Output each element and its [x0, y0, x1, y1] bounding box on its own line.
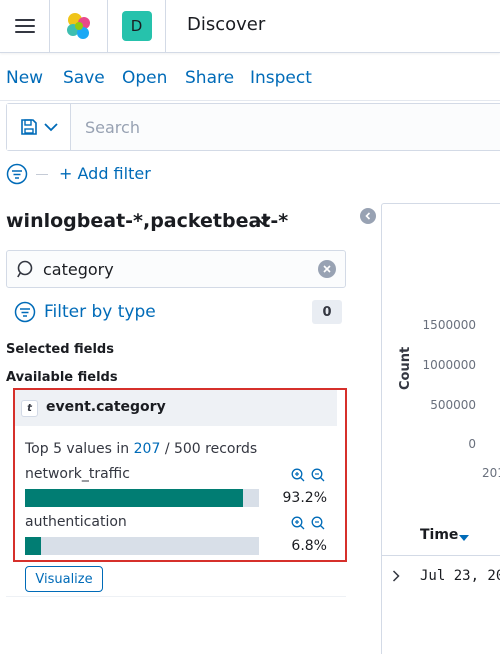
clear-icon[interactable] [318, 260, 336, 278]
x-tick-label: 201 [482, 466, 500, 480]
home-link[interactable] [50, 0, 108, 52]
field-search-box [6, 250, 346, 288]
filter-options-icon [14, 301, 36, 323]
table-header-divider [382, 555, 500, 556]
field-details-body: Top 5 values in 207 / 500 records networ… [15, 426, 345, 560]
breadcrumb: Discover [187, 14, 266, 35]
value-bar-fill [25, 489, 244, 507]
filter-bar: + Add filter [6, 160, 500, 188]
value-name: authentication [25, 514, 127, 530]
y-tick-label: 1000000 [422, 358, 476, 372]
save-link[interactable]: Save [63, 68, 105, 88]
expand-row-icon[interactable] [392, 570, 400, 582]
chevron-down-icon [43, 123, 58, 132]
share-link[interactable]: Share [185, 68, 234, 88]
table-row-time: Jul 23, 20 [420, 568, 500, 584]
zoom-in-icon[interactable] [291, 516, 305, 530]
index-pattern-title: winlogbeat-*,packetbeat-* [6, 210, 289, 232]
selected-fields-title: Selected fields [6, 342, 114, 357]
field-type-token: t [21, 400, 38, 417]
value-percent: 93.2% [282, 490, 327, 506]
field-name: event.category [46, 399, 166, 415]
field-search-input[interactable] [43, 251, 313, 287]
space-avatar: D [121, 11, 152, 41]
app-header: D Discover [0, 0, 500, 53]
filter-options-icon [6, 163, 28, 185]
new-link[interactable]: New [6, 68, 43, 88]
filter-by-type-button[interactable]: Filter by type 0 [14, 300, 344, 324]
value-percent: 6.8% [291, 538, 327, 554]
summary-prefix: Top 5 values in [25, 441, 134, 457]
value-progress-bar [25, 489, 259, 507]
available-fields-title: Available fields [6, 370, 118, 385]
zoom-out-icon[interactable] [311, 516, 325, 530]
value-progress-bar [25, 537, 259, 555]
field-item[interactable]: t event.category [15, 390, 337, 426]
inspect-link[interactable]: Inspect [250, 68, 312, 88]
time-column-header[interactable]: Time [420, 527, 458, 543]
y-tick-label: 1500000 [422, 318, 476, 332]
space-selector[interactable]: D [108, 0, 166, 52]
open-link[interactable]: Open [122, 68, 167, 88]
query-bar [6, 103, 500, 151]
top-values-summary: Top 5 values in 207 / 500 records [25, 441, 257, 457]
filter-by-type-label: Filter by type [44, 302, 156, 322]
menu-button[interactable] [0, 0, 50, 52]
zoom-in-icon[interactable] [291, 468, 305, 482]
add-filter-button[interactable]: + Add filter [59, 164, 151, 183]
save-query-icon [20, 119, 37, 135]
top-nav: New Save Open Share Inspect [0, 53, 500, 101]
summary-suffix: / 500 records [160, 441, 258, 457]
index-pattern-chevron-icon[interactable] [254, 213, 272, 227]
filter-options-button[interactable] [6, 162, 50, 186]
y-tick-label: 0 [468, 437, 476, 451]
divider [6, 596, 346, 597]
sort-desc-icon[interactable] [459, 535, 469, 541]
value-bar-fill [25, 537, 41, 555]
zoom-out-icon[interactable] [311, 468, 325, 482]
value-name: network_traffic [25, 466, 130, 482]
summary-count-link[interactable]: 207 [134, 441, 161, 457]
results-panel [381, 203, 500, 654]
visualize-button[interactable]: Visualize [25, 566, 103, 592]
field-details-panel: t event.category Top 5 values in 207 / 5… [13, 388, 347, 562]
search-icon [17, 260, 33, 278]
elastic-logo [66, 13, 90, 39]
search-input[interactable] [71, 104, 491, 150]
y-tick-label: 500000 [430, 398, 476, 412]
saved-query-button[interactable] [7, 104, 71, 150]
menu-icon [14, 19, 35, 33]
filter-count-badge: 0 [312, 300, 342, 324]
collapse-arrow-icon[interactable] [360, 208, 376, 224]
